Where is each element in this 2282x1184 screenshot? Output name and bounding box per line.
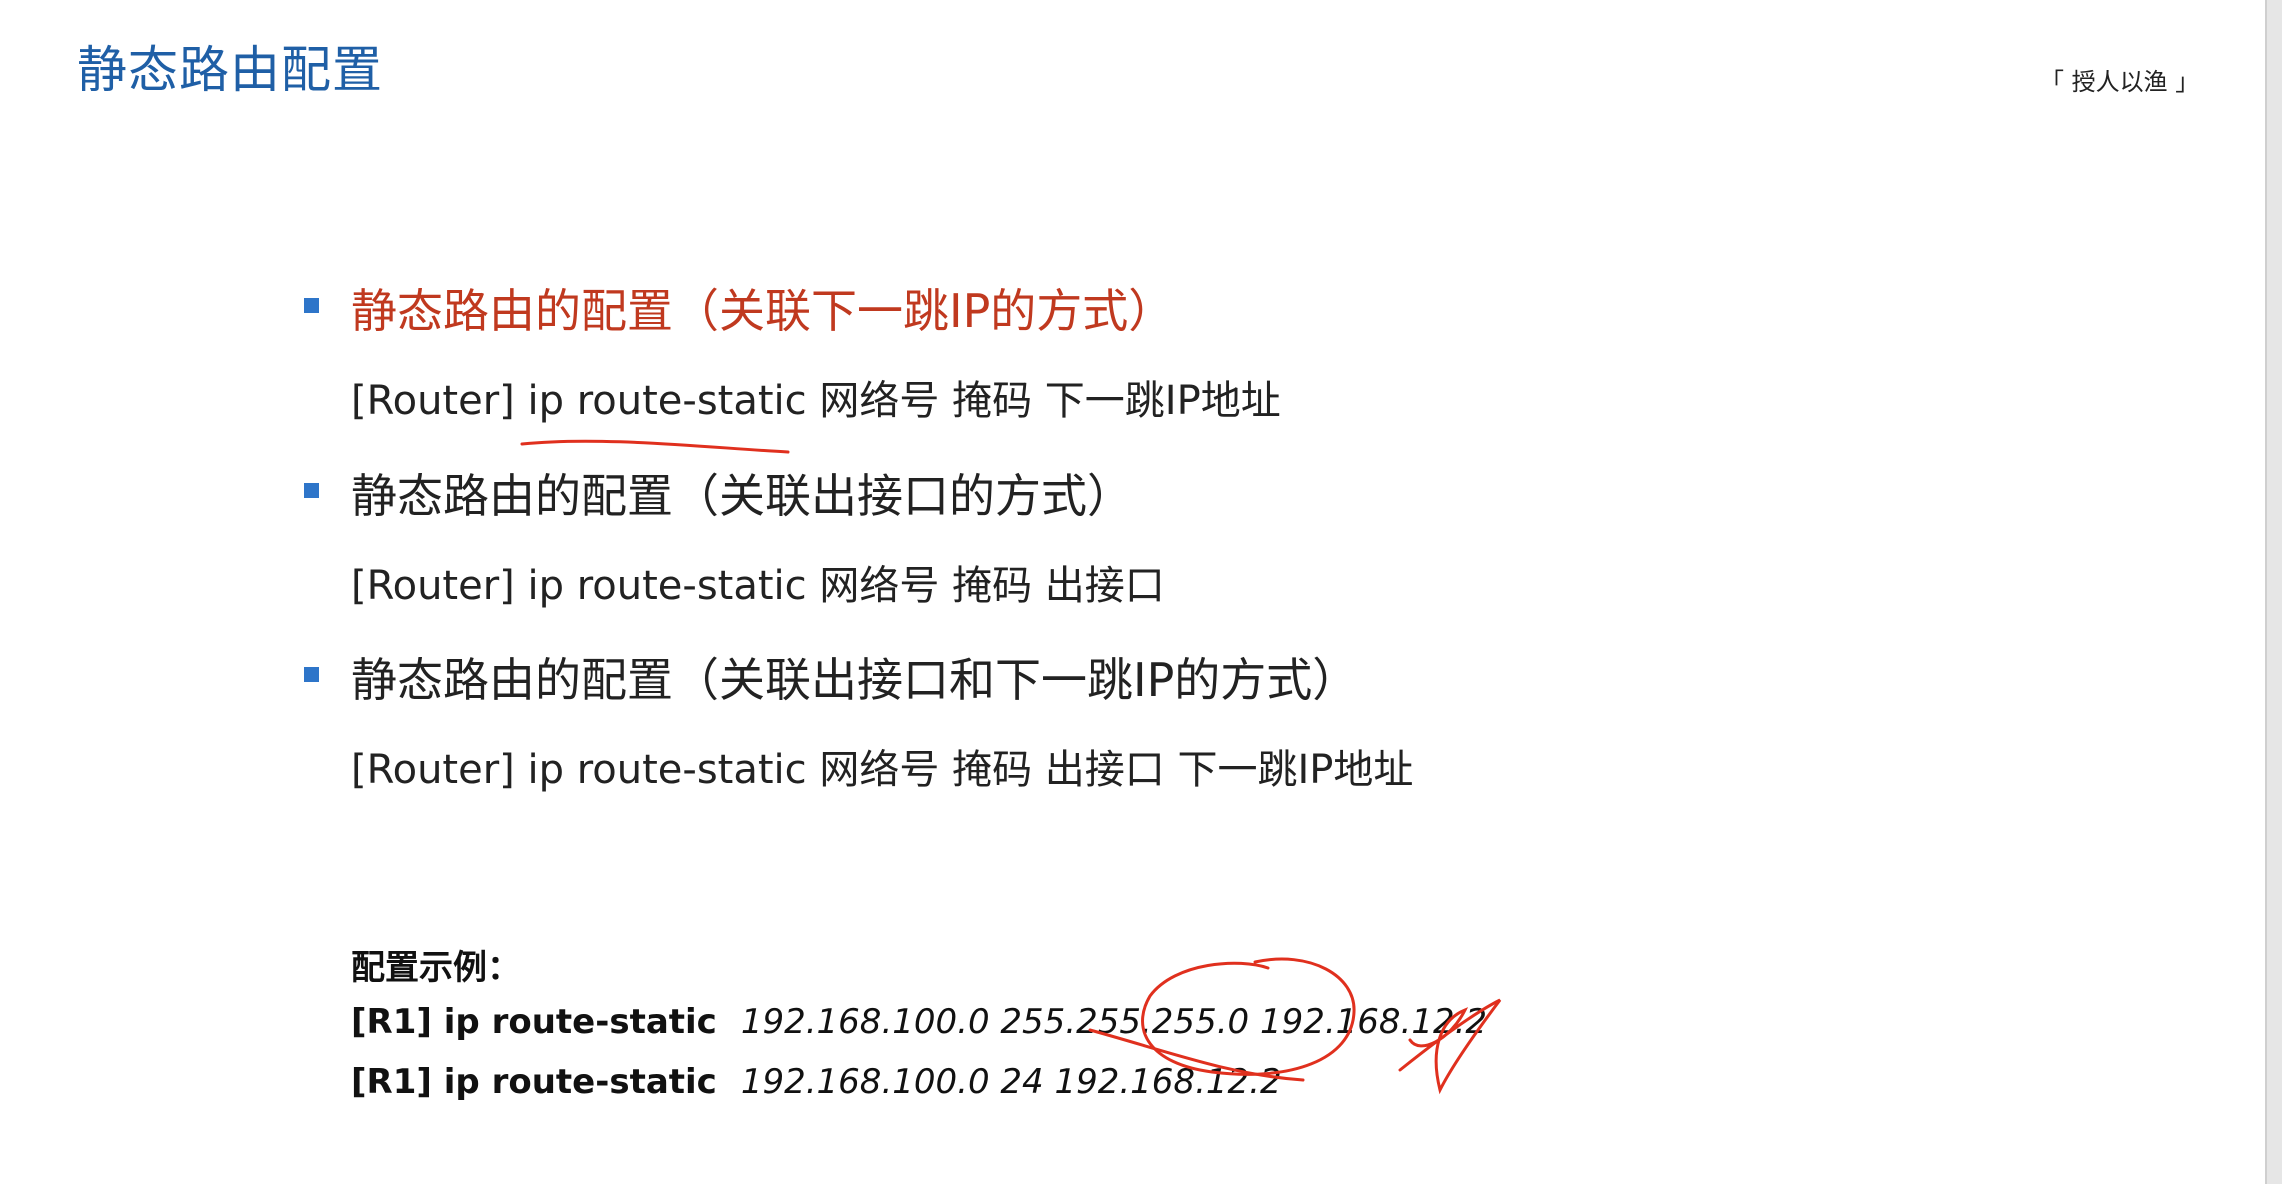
- slide: 静态路由配置 「 授人以渔 」 静态路由的配置（关联下一跳IP的方式） [Rou…: [0, 0, 2265, 1184]
- annotation-layer: [520, 439, 1502, 1095]
- window-edge: [2265, 0, 2282, 1184]
- annotation-circle: [1141, 957, 1356, 1076]
- annotation-underline: [520, 439, 790, 454]
- annotation-star: [1398, 998, 1502, 1095]
